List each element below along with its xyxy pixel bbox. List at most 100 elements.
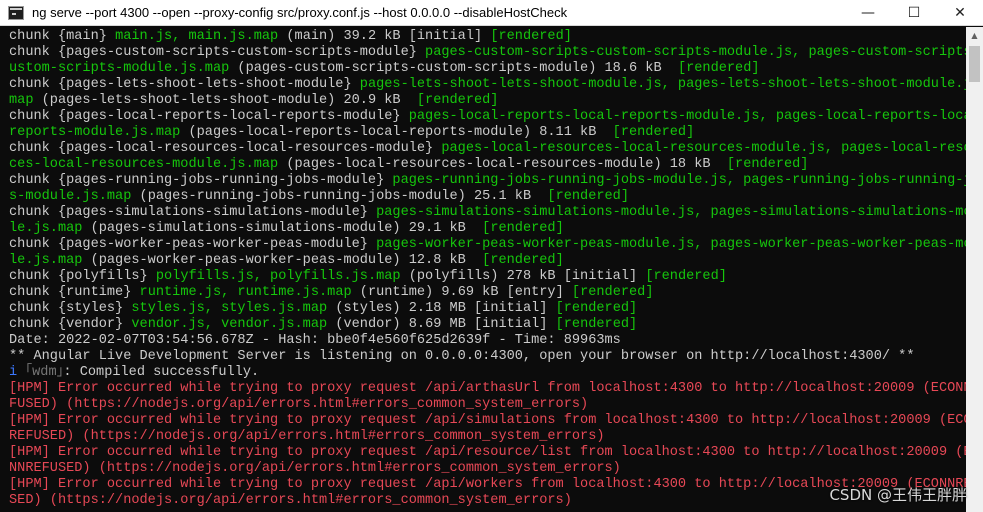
console-text: ｢wdm｣ <box>25 365 64 380</box>
console-text: chunk {polyfills} <box>9 269 156 284</box>
console-text: pages-local-reports-local-reports-module… <box>408 109 970 124</box>
scroll-thumb[interactable] <box>969 46 980 82</box>
terminal-window: ng serve --port 4300 --open --proxy-conf… <box>0 0 983 512</box>
console-text: chunk {pages-worker-peas-worker-peas-mod… <box>9 237 377 252</box>
console-line: ustom-scripts-module.js.map (pages-custo… <box>9 61 970 77</box>
console-text: [rendered] <box>547 189 629 204</box>
console-text: polyfills.js, polyfills.js.map <box>155 269 401 284</box>
console-text: le.js.map <box>9 253 83 268</box>
console-line: reports-module.js.map (pages-local-repor… <box>9 125 970 141</box>
console-text: (vendor) 8.69 MB [initial] <box>327 317 556 332</box>
vertical-scrollbar[interactable]: ▲ <box>966 27 983 512</box>
console-line: i ｢wdm｣: Compiled successfully. <box>9 365 970 381</box>
console-text: chunk {pages-simulations-simulations-mod… <box>9 205 377 220</box>
console-text: [HPM] Error occurred while trying to pro… <box>9 445 970 460</box>
minimize-button[interactable]: — <box>845 0 891 26</box>
console-line: le.js.map (pages-simulations-simulations… <box>9 221 970 237</box>
console-text: (polyfills) 278 kB [initial] <box>400 269 646 284</box>
window-controls: — ☐ ✕ <box>845 0 983 26</box>
console-text: runtime.js, runtime.js.map <box>139 285 352 300</box>
console-text: [HPM] Error occurred while trying to pro… <box>9 477 970 492</box>
console-text: NNREFUSED) (https://nodejs.org/api/error… <box>9 461 621 476</box>
console-line: s-module.js.map (pages-running-jobs-runn… <box>9 189 970 205</box>
console-text: chunk {pages-local-reports-local-reports… <box>9 109 409 124</box>
console-text: main.js, main.js.map <box>115 29 279 44</box>
console-line: chunk {pages-simulations-simulations-mod… <box>9 205 970 221</box>
console-line: FUSED) (https://nodejs.org/api/errors.ht… <box>9 397 970 413</box>
console-text: chunk {runtime} <box>9 285 140 300</box>
console-output[interactable]: chunk {main} main.js, main.js.map (main)… <box>0 27 970 512</box>
console-text: [rendered] <box>416 93 499 108</box>
console-text: (pages-simulations-simulations-module) 2… <box>82 221 483 236</box>
console-text: FUSED) (https://nodejs.org/api/errors.ht… <box>9 397 589 412</box>
console-line: [HPM] Error occurred while trying to pro… <box>9 445 970 461</box>
console-text: pages-simulations-simulations-module.js,… <box>376 205 970 220</box>
console-text: SED) (https://nodejs.org/api/errors.html… <box>9 493 572 508</box>
console-text: ** Angular Live Development Server is li… <box>9 349 915 364</box>
console-text: [rendered] <box>677 61 760 76</box>
console-text: reports-module.js.map <box>9 125 181 140</box>
console-line: Date: 2022-02-07T03:54:56.678Z - Hash: b… <box>9 333 970 349</box>
console-text: chunk {pages-lets-shoot-lets-shoot-modul… <box>9 77 360 92</box>
console-text: pages-running-jobs-running-jobs-module.j… <box>392 173 970 188</box>
console-text: pages-lets-shoot-lets-shoot-module.js, p… <box>359 77 970 92</box>
watermark: CSDN @王伟王胖胖 <box>829 486 967 504</box>
console-text: [HPM] Error occurred while trying to pro… <box>9 381 970 396</box>
console-line: chunk {styles} styles.js, styles.js.map … <box>9 301 970 317</box>
console-text: ces-local-resources-module.js.map <box>9 157 279 172</box>
console-text: [rendered] <box>482 253 564 268</box>
console-line: SED) (https://nodejs.org/api/errors.html… <box>9 493 970 509</box>
title-bar[interactable]: ng serve --port 4300 --open --proxy-conf… <box>0 0 983 26</box>
console-text: s-module.js.map <box>9 189 132 204</box>
console-text: chunk {pages-custom-scripts-custom-scrip… <box>9 45 426 60</box>
console-text: styles.js, styles.js.map <box>131 301 328 316</box>
console-line: [HPM] Error occurred while trying to pro… <box>9 381 970 397</box>
console-text: (runtime) 9.69 kB [entry] <box>351 285 572 300</box>
console-text: [rendered] <box>645 269 727 284</box>
console-text: chunk {vendor} <box>9 317 132 332</box>
console-text: [rendered] <box>555 317 638 332</box>
close-button[interactable]: ✕ <box>937 0 983 26</box>
console-line: chunk {runtime} runtime.js, runtime.js.m… <box>9 285 970 301</box>
console-line: chunk {pages-local-reports-local-reports… <box>9 109 970 125</box>
console-line: [HPM] Error occurred while trying to pro… <box>9 413 970 429</box>
console-text: chunk {main} <box>9 29 116 44</box>
console-text: (main) 39.2 kB [initial] <box>278 29 491 44</box>
console-text: Date: 2022-02-07T03:54:56.678Z - Hash: b… <box>9 333 621 348</box>
console-text: chunk {styles} <box>9 301 132 316</box>
console-line: chunk {pages-local-resources-local-resou… <box>9 141 970 157</box>
console-line: chunk {pages-running-jobs-running-jobs-m… <box>9 173 970 189</box>
maximize-button[interactable]: ☐ <box>891 0 937 26</box>
console-text: pages-worker-peas-worker-peas-module.js,… <box>376 237 970 252</box>
console-text: REFUSED) (https://nodejs.org/api/errors.… <box>9 429 605 444</box>
console-text: (pages-local-reports-local-reports-modul… <box>180 125 613 140</box>
console-line: chunk {main} main.js, main.js.map (main)… <box>9 29 970 45</box>
console-text: (styles) 2.18 MB [initial] <box>327 301 556 316</box>
console-line: [HPM] Error occurred while trying to pro… <box>9 477 970 493</box>
console-text: (pages-running-jobs-running-jobs-module)… <box>131 189 548 204</box>
console-text: map <box>9 93 34 108</box>
scroll-up-arrow-icon[interactable]: ▲ <box>966 27 983 44</box>
console-line: chunk {vendor} vendor.js, vendor.js.map … <box>9 317 970 333</box>
console-line: chunk {pages-worker-peas-worker-peas-mod… <box>9 237 970 253</box>
console-text: [rendered] <box>726 157 809 172</box>
console-line: ** Angular Live Development Server is li… <box>9 349 970 365</box>
console-text: (pages-lets-shoot-lets-shoot-module) 20.… <box>33 93 417 108</box>
console-text: vendor.js, vendor.js.map <box>131 317 328 332</box>
console-line: chunk {pages-custom-scripts-custom-scrip… <box>9 45 970 61</box>
console-text: [HPM] Error occurred while trying to pro… <box>9 413 970 428</box>
console-line: le.js.map (pages-worker-peas-worker-peas… <box>9 253 970 269</box>
console-text: pages-local-resources-local-resources-mo… <box>441 141 970 156</box>
console-text: chunk {pages-local-resources-local-resou… <box>9 141 442 156</box>
console-text: pages-custom-scripts-custom-scripts-modu… <box>425 45 970 60</box>
console-text: [rendered] <box>490 29 572 44</box>
console-text: i <box>9 365 26 380</box>
console-text: chunk {pages-running-jobs-running-jobs-m… <box>9 173 393 188</box>
console-text: [rendered] <box>555 301 638 316</box>
console-line: REFUSED) (https://nodejs.org/api/errors.… <box>9 429 970 445</box>
console-line: NNREFUSED) (https://nodejs.org/api/error… <box>9 461 970 477</box>
console-text: (pages-custom-scripts-custom-scripts-mod… <box>229 61 678 76</box>
console-text: [rendered] <box>571 285 654 300</box>
window-title: ng serve --port 4300 --open --proxy-conf… <box>32 5 568 20</box>
console-line: chunk {polyfills} polyfills.js, polyfill… <box>9 269 970 285</box>
